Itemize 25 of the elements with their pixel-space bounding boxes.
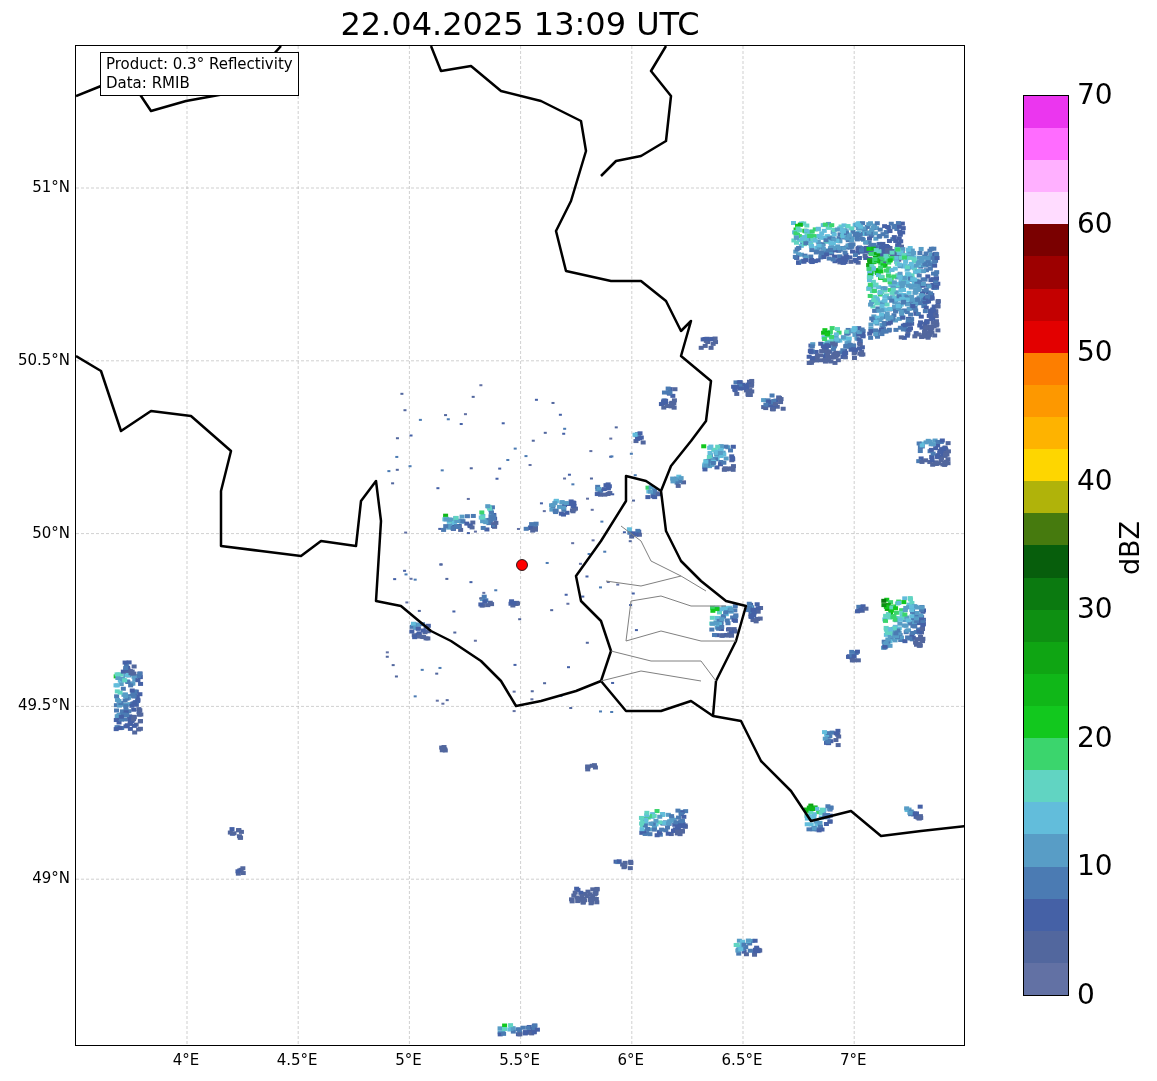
axis-tick-label: 49.5°N: [16, 695, 70, 716]
color-bar-tick-label: 70: [1077, 79, 1113, 111]
axis-tick-label: 4.5°E: [275, 1050, 319, 1070]
info-text: Data: RMIB: [106, 74, 191, 93]
axis-tick-label: 5°E: [394, 1050, 423, 1070]
axis-tick-label: 50°N: [31, 522, 70, 543]
color-bar-tick-label: 60: [1077, 207, 1113, 240]
axis-tick-label: 5.5°E: [498, 1050, 541, 1070]
color-bar-tick-label: 10: [1077, 850, 1113, 883]
axis-tick-label: 4°E: [171, 1050, 201, 1070]
axis-tick-label: 49°N: [31, 868, 70, 889]
color-bar-tick-label: 30: [1077, 593, 1113, 626]
chart-title: 22.04.2025 13:09 UTC: [339, 4, 701, 44]
axis-tick-label: 6.5°E: [720, 1050, 764, 1070]
info-text: Product: 0.3° Reflectivity: [106, 55, 293, 74]
color-bar-label: dBZ: [1114, 519, 1146, 578]
axis-tick-label: 51°N: [31, 177, 70, 197]
radar-site-marker: [516, 559, 528, 571]
axis-tick-label: 6°E: [616, 1050, 646, 1070]
color-bar-tick-label: 20: [1077, 721, 1113, 754]
axis-tick-label: 7°E: [838, 1050, 868, 1070]
axis-tick-label: 50.5°N: [16, 349, 70, 370]
color-bar-tick-label: 40: [1077, 464, 1113, 497]
color-bar-tick-label: 0: [1077, 979, 1095, 1011]
color-bar-tick-label: 50: [1077, 336, 1113, 369]
